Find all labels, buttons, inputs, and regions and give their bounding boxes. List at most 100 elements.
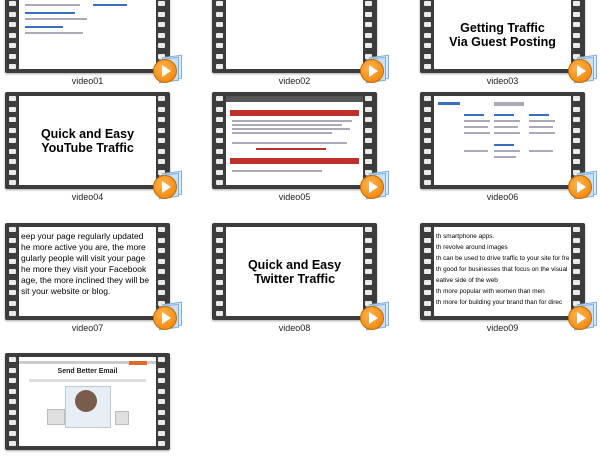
sprocket-hole	[158, 227, 165, 232]
sprocket-hole	[573, 117, 580, 122]
sprocket-hole	[9, 279, 16, 285]
sprocket-hole	[573, 290, 580, 295]
video-thumbnail: th smartphone apps. th revolve around im…	[434, 227, 571, 316]
video-thumbnail	[226, 96, 363, 185]
sprocket-hole	[365, 279, 372, 285]
sprocket-hole	[573, 106, 580, 112]
sprocket-hole	[424, 127, 431, 133]
video-tile-02[interactable]: video02	[212, 0, 392, 88]
sprocket-hole	[424, 148, 431, 154]
sprocket-hole	[9, 357, 16, 362]
sprocket-hole	[158, 258, 165, 264]
video-tile-06[interactable]: video06	[420, 92, 600, 204]
film-strip-icon	[5, 0, 170, 73]
sprocket-hole	[158, 127, 165, 133]
sprocket-hole	[158, 279, 165, 285]
video-caption: video09	[486, 323, 519, 333]
sprocket-hole	[573, 138, 580, 143]
video-thumbnail: Quick and Easy YouTube Traffic	[19, 96, 156, 185]
sprocket-hole	[424, 258, 431, 264]
sprocket-hole	[424, 227, 431, 232]
sprocket-hole	[365, 290, 372, 295]
sprocket-hole	[9, 64, 16, 69]
sprocket-hole	[573, 248, 580, 253]
sprocket-hole	[9, 159, 16, 164]
sprocket-hole	[9, 237, 16, 243]
video-caption: video08	[278, 323, 311, 333]
sprocket-hole	[365, 106, 372, 112]
film-strip-icon: Send Better Email	[5, 353, 170, 450]
thumbnail-title: Quick and Easy YouTube Traffic	[40, 126, 135, 155]
sprocket-hole	[424, 43, 431, 48]
sprocket-hole	[158, 399, 165, 404]
sprocket-hole	[573, 1, 580, 6]
sprocket-hole	[9, 430, 16, 436]
sprocket-hole	[158, 22, 165, 27]
video-tile-01[interactable]: video01	[5, 0, 185, 88]
sprocket-hole	[216, 22, 223, 27]
sprocket-hole	[9, 22, 16, 27]
video-tile-04[interactable]: Quick and Easy YouTube Traffic video04	[5, 92, 185, 204]
video-tile-09[interactable]: th smartphone apps. th revolve around im…	[420, 223, 600, 335]
video-tile-10[interactable]: Send Better Email	[5, 353, 185, 465]
film-strip-icon	[420, 92, 585, 189]
sprocket-hole	[9, 248, 16, 253]
film-strip-icon	[212, 0, 377, 73]
sprocket-hole	[158, 441, 165, 446]
sprocket-hole	[9, 1, 16, 6]
sprocket-hole	[365, 237, 372, 243]
sprocket-hole	[365, 32, 372, 38]
video-thumbnail: Getting Traffic Via Guest Posting	[434, 0, 571, 69]
sprocket-hole	[573, 279, 580, 285]
video-caption: video02	[278, 76, 311, 86]
sprocket-hole	[216, 127, 223, 133]
sprocket-hole	[216, 290, 223, 295]
sprocket-hole	[365, 117, 372, 122]
sprocket-hole	[216, 64, 223, 69]
video-caption: video01	[71, 76, 104, 86]
sprocket-hole	[424, 11, 431, 17]
sprocket-hole	[573, 96, 580, 101]
sprocket-hole	[216, 117, 223, 122]
sprocket-hole	[158, 290, 165, 295]
sprocket-hole	[424, 117, 431, 122]
sprocket-hole	[158, 138, 165, 143]
sprocket-hole	[158, 1, 165, 6]
sprocket-hole	[216, 311, 223, 316]
sprocket-hole	[9, 300, 16, 306]
film-strip-icon: eep your page regularly updated he more …	[5, 223, 170, 320]
sprocket-hole	[216, 169, 223, 175]
sprocket-hole	[365, 138, 372, 143]
sprocket-hole	[573, 258, 580, 264]
film-strip-icon: th smartphone apps. th revolve around im…	[420, 223, 585, 320]
sprocket-hole	[216, 11, 223, 17]
sprocket-hole	[573, 32, 580, 38]
video-tile-05[interactable]: video05	[212, 92, 392, 204]
sprocket-hole	[573, 148, 580, 154]
sprocket-hole	[158, 378, 165, 383]
sprocket-hole	[158, 237, 165, 243]
sprocket-hole	[9, 227, 16, 232]
sprocket-hole	[573, 159, 580, 164]
video-caption: video07	[71, 323, 104, 333]
sprocket-hole	[158, 357, 165, 362]
video-thumbnail	[226, 0, 363, 69]
sprocket-hole	[424, 106, 431, 112]
sprocket-hole	[9, 441, 16, 446]
video-caption: video06	[486, 192, 519, 202]
sprocket-hole	[9, 367, 16, 373]
video-tile-08[interactable]: Quick and Easy Twitter Traffic video08	[212, 223, 392, 335]
sprocket-hole	[573, 269, 580, 274]
sprocket-hole	[573, 22, 580, 27]
video-thumbnail	[434, 96, 571, 185]
video-tile-03[interactable]: Getting Traffic Via Guest Posting video0…	[420, 0, 600, 88]
video-thumbnail: Quick and Easy Twitter Traffic	[226, 227, 363, 316]
sprocket-hole	[424, 269, 431, 274]
sprocket-hole	[9, 169, 16, 175]
sprocket-hole	[216, 96, 223, 101]
sprocket-hole	[216, 279, 223, 285]
sprocket-hole	[158, 409, 165, 415]
sprocket-hole	[573, 127, 580, 133]
video-tile-07[interactable]: eep your page regularly updated he more …	[5, 223, 185, 335]
sprocket-hole	[424, 22, 431, 27]
